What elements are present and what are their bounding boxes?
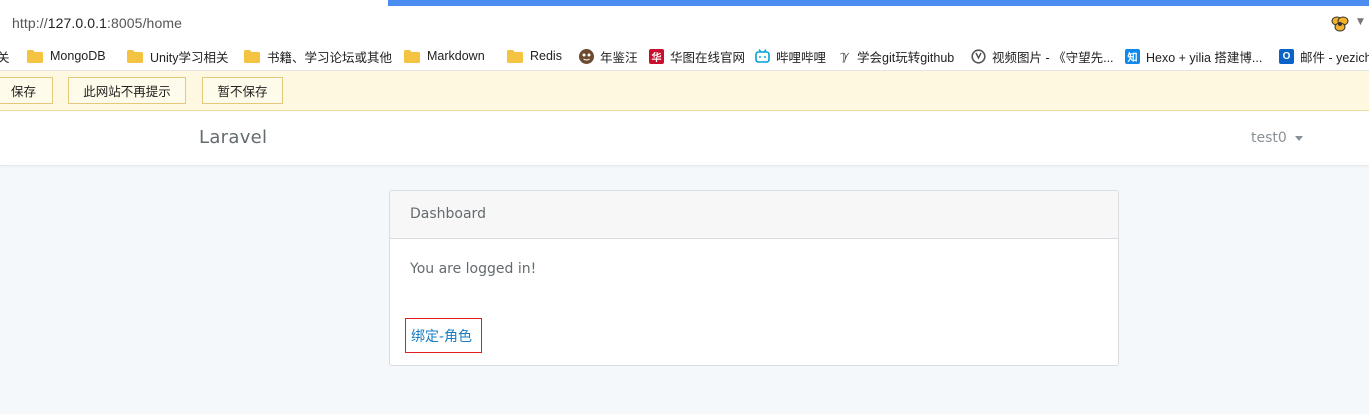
not-now-button[interactable]: 暂不保存 [202,77,283,104]
card-header: Dashboard [390,191,1118,239]
bookmark-nianjian[interactable]: 年鉴汪 [579,47,638,65]
username: test0 [1251,130,1287,146]
bookmark-overwatch[interactable]: 视频图片 - 《守望先... [971,47,1114,65]
bookmark-bilibili[interactable]: 哔哩哔哩 [755,47,826,65]
login-status-message: You are logged in! [410,261,537,277]
outlook-icon: O [1279,48,1294,64]
bookmark-label: Hexo + yilia 搭建博... [1146,50,1263,65]
bookmark-label: 关 [0,47,10,66]
bookmark-label: MongoDB [50,49,106,63]
huatu-icon: 华 [649,48,664,64]
bookmark-label: 哔哩哔哩 [776,50,827,65]
never-for-site-button[interactable]: 此网站不再提示 [68,77,186,104]
folder-icon [27,49,43,63]
avatar-icon [579,48,594,64]
folder-icon [127,49,143,63]
password-save-bar: 保存 此网站不再提示 暂不保存 [0,71,1369,111]
bookmark-git[interactable]: ℽ 学会git玩转github [836,47,955,65]
dashboard-card: Dashboard You are logged in! 绑定-角色 [389,190,1119,366]
card-body: You are logged in! 绑定-角色 [390,239,1118,353]
bookmarks-bar: 关 MongoDB Unity学习相关 书籍、学习论坛或其他 Markdown … [0,41,1369,71]
git-icon: ℽ [838,48,849,63]
url-text[interactable]: http://127.0.0.1:8005/home [12,15,182,31]
bilibili-icon [755,48,770,64]
folder-icon [404,49,420,63]
extension-dropdown-icon[interactable]: ▼ [1357,17,1364,27]
bookmark-label: 学会git玩转github [857,50,955,65]
overwatch-icon [971,48,986,64]
bookmark-folder-books[interactable]: 书籍、学习论坛或其他 [244,47,392,65]
bookmark-folder-markdown[interactable]: Markdown [404,47,485,65]
bookmark-hexo[interactable]: 知 Hexo + yilia 搭建博... [1125,47,1262,65]
brand-link[interactable]: Laravel [199,127,267,148]
bookmark-mail[interactable]: O 邮件 - yezich [1279,47,1369,65]
bookmark-label: 华图在线官网 [670,50,746,65]
extension-icon[interactable] [1330,14,1350,34]
bookmark-folder-mongodb[interactable]: MongoDB [27,47,106,65]
bookmark-label: Unity学习相关 [150,50,229,65]
bind-role-link[interactable]: 绑定-角色 [405,318,482,353]
bookmark-huatu[interactable]: 华 华图在线官网 [649,47,745,65]
app-navbar: Laravel test0 [0,111,1369,166]
caret-down-icon [1294,135,1303,141]
url-scheme: http:// [12,15,48,31]
bookmark-label: Markdown [427,49,485,63]
bookmark-label: Redis [530,49,562,63]
zhihu-icon: 知 [1125,48,1140,64]
bookmark-label: 视频图片 - 《守望先... [992,50,1114,65]
bookmark-folder-unity[interactable]: Unity学习相关 [127,47,228,65]
bookmark-label: 年鉴汪 [600,50,638,65]
folder-icon [507,49,523,63]
url-host: 127.0.0.1 [47,15,108,31]
bookmark-folder-redis[interactable]: Redis [507,47,562,65]
bookmark-label: 邮件 - yezich [1300,50,1369,65]
url-path: :8005/home [107,15,182,31]
address-bar[interactable]: http://127.0.0.1:8005/home ▼ [0,6,1369,41]
user-dropdown[interactable]: test0 [1251,130,1303,146]
save-password-button[interactable]: 保存 [0,77,53,104]
bookmark-item[interactable]: 关 [0,47,10,65]
folder-icon [244,49,260,63]
bookmark-label: 书籍、学习论坛或其他 [267,50,393,65]
